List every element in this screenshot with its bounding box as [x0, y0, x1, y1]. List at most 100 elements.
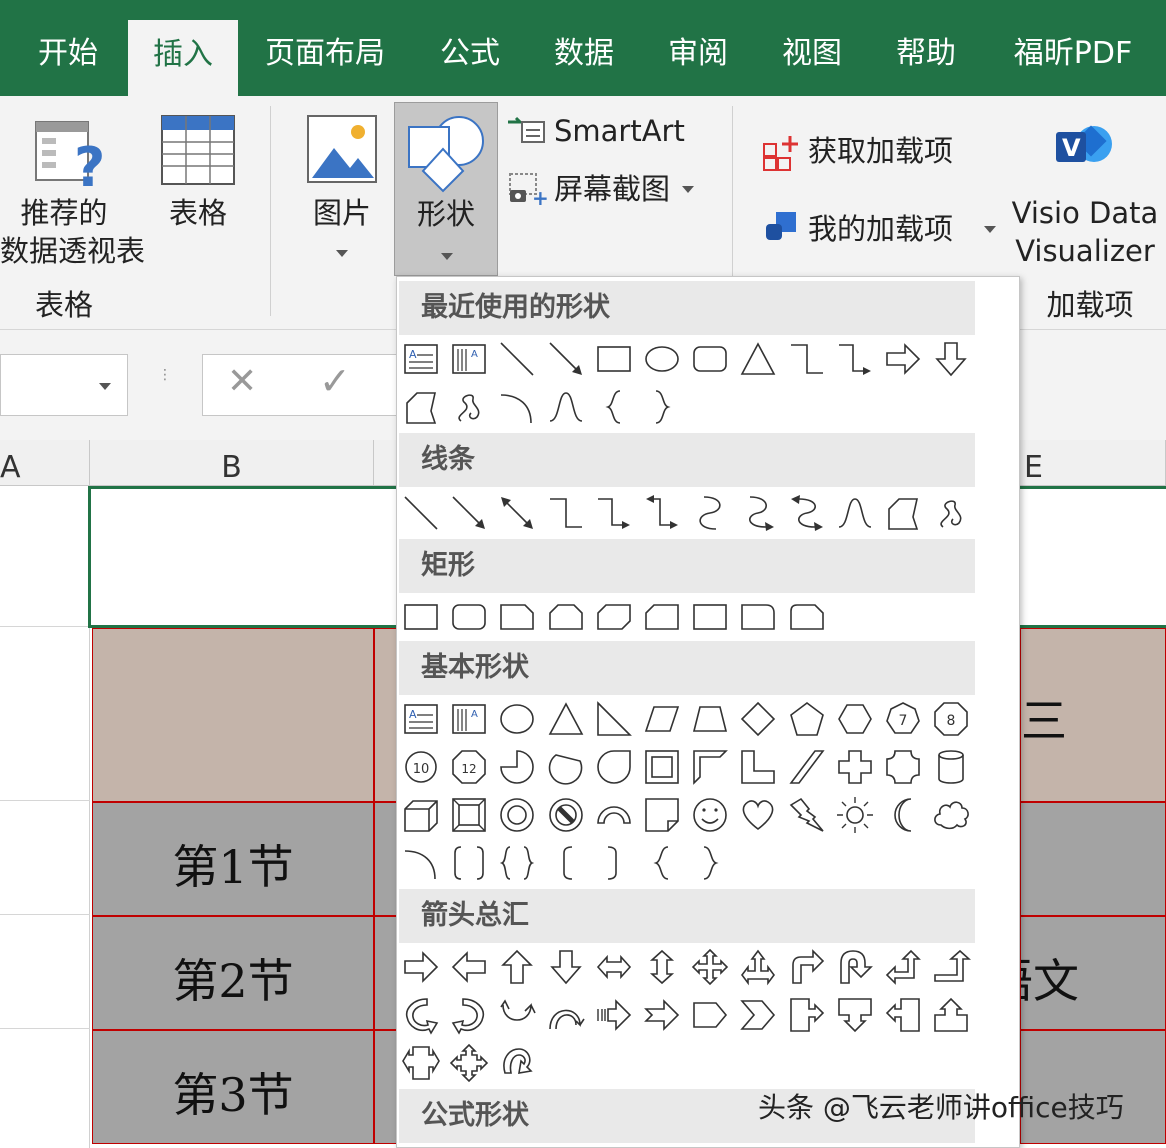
- fold-shape-icon[interactable]: [642, 795, 682, 835]
- picture-icon[interactable]: [306, 114, 378, 184]
- numhept-7-shape-icon[interactable]: 7: [883, 699, 923, 739]
- cube-shape-icon[interactable]: [401, 795, 441, 835]
- rect-shape-icon[interactable]: [594, 339, 634, 379]
- screenshot-label[interactable]: 屏幕截图: [554, 170, 670, 208]
- udown-shape-icon[interactable]: [497, 995, 537, 1035]
- pentagon-shape-icon[interactable]: [787, 699, 827, 739]
- notchedr-shape-icon[interactable]: [642, 995, 682, 1035]
- confirm-button[interactable]: ✓: [319, 359, 351, 403]
- shapes-button[interactable]: 形状: [394, 102, 498, 276]
- oval-shape-icon[interactable]: [497, 699, 537, 739]
- curve-shape-icon[interactable]: [835, 493, 875, 533]
- header-cell-b[interactable]: [92, 628, 374, 802]
- rarrow-shape-icon[interactable]: [883, 339, 923, 379]
- diamond-shape-icon[interactable]: [738, 699, 778, 739]
- curvedconn-shape-icon[interactable]: [690, 493, 730, 533]
- row1-cell-b[interactable]: 第1节: [92, 802, 374, 916]
- curveddarrow-shape-icon[interactable]: [787, 493, 827, 533]
- quadarrow-shape-icon[interactable]: [690, 947, 730, 987]
- cancel-button[interactable]: ✕: [227, 361, 257, 402]
- diag-shape-icon[interactable]: [787, 747, 827, 787]
- row3-cell-b[interactable]: 第3节: [92, 1030, 374, 1144]
- num-10-shape-icon[interactable]: 10: [401, 747, 441, 787]
- sun-shape-icon[interactable]: [835, 795, 875, 835]
- line-shape-icon[interactable]: [497, 339, 537, 379]
- sniprr-shape-icon[interactable]: [642, 597, 682, 637]
- can-shape-icon[interactable]: [931, 747, 971, 787]
- tab-view[interactable]: 视图: [764, 0, 860, 96]
- scribble-shape-icon[interactable]: [931, 493, 971, 533]
- plaque-shape-icon[interactable]: [883, 747, 923, 787]
- numoct-12-shape-icon[interactable]: 12: [449, 747, 489, 787]
- lbracket-shape-icon[interactable]: [546, 843, 586, 883]
- get-addins-label[interactable]: 获取加载项: [808, 132, 953, 170]
- curve-shape-icon[interactable]: [546, 387, 586, 427]
- teardrop-shape-icon[interactable]: [594, 747, 634, 787]
- vtext-shape-icon[interactable]: A: [449, 699, 489, 739]
- elbow-shape-icon[interactable]: [787, 339, 827, 379]
- uturn-shape-icon[interactable]: [835, 947, 875, 987]
- larrow-shape-icon[interactable]: [449, 947, 489, 987]
- quadcallout-shape-icon[interactable]: [449, 1043, 489, 1083]
- frame-shape-icon[interactable]: [642, 747, 682, 787]
- tab-formulas[interactable]: 公式: [422, 0, 518, 96]
- bevel-shape-icon[interactable]: [449, 795, 489, 835]
- dcallout-shape-icon[interactable]: [835, 995, 875, 1035]
- halfframe-shape-icon[interactable]: [690, 747, 730, 787]
- ccwarrow-shape-icon[interactable]: [401, 995, 441, 1035]
- snip2-shape-icon[interactable]: [546, 597, 586, 637]
- cwarrow-shape-icon[interactable]: [449, 995, 489, 1035]
- lightning-shape-icon[interactable]: [787, 795, 827, 835]
- snip1-shape-icon[interactable]: [497, 597, 537, 637]
- rbracket-shape-icon[interactable]: [594, 843, 634, 883]
- row1-cell-c[interactable]: [374, 802, 398, 916]
- trap-shape-icon[interactable]: [690, 699, 730, 739]
- pentarrow-shape-icon[interactable]: [690, 995, 730, 1035]
- elbow-shape-icon[interactable]: [546, 493, 586, 533]
- snip2d-shape-icon[interactable]: [594, 597, 634, 637]
- freeform-shape-icon[interactable]: [883, 493, 923, 533]
- column-header-a[interactable]: A: [0, 440, 90, 486]
- recommended-pivot-table-icon[interactable]: ?: [30, 118, 110, 199]
- rr1-shape-icon[interactable]: [738, 597, 778, 637]
- ellipse-shape-icon[interactable]: [642, 339, 682, 379]
- arrow-shape-icon[interactable]: [546, 339, 586, 379]
- column-header-b[interactable]: B: [90, 440, 374, 486]
- elbowarrow-shape-icon[interactable]: [835, 339, 875, 379]
- scribble-shape-icon[interactable]: [449, 387, 489, 427]
- column-header-e[interactable]: E: [1020, 440, 1166, 486]
- vtext-shape-icon[interactable]: A: [449, 339, 489, 379]
- tab-page-layout[interactable]: 页面布局: [252, 0, 398, 96]
- my-addins-label[interactable]: 我的加载项: [808, 210, 953, 248]
- tab-review[interactable]: 审阅: [650, 0, 746, 96]
- elbowarrow-shape-icon[interactable]: [594, 493, 634, 533]
- curvedup-shape-icon[interactable]: [546, 995, 586, 1035]
- bracepair-shape-icon[interactable]: [497, 843, 537, 883]
- lrcallout-shape-icon[interactable]: [401, 1043, 441, 1083]
- cross-shape-icon[interactable]: [835, 747, 875, 787]
- rrect-shape-icon[interactable]: [690, 339, 730, 379]
- tab-insert[interactable]: 插入: [128, 20, 238, 96]
- rect-shape-icon[interactable]: [401, 597, 441, 637]
- row2-cell-e[interactable]: 语文: [1020, 916, 1166, 1030]
- visio-icon[interactable]: V: [1054, 122, 1114, 178]
- header-cell-e[interactable]: 三: [1020, 628, 1166, 802]
- get-addins-icon[interactable]: [762, 134, 800, 172]
- darrow-shape-icon[interactable]: [497, 493, 537, 533]
- numoct-8-shape-icon[interactable]: 8: [931, 699, 971, 739]
- lbrace-shape-icon[interactable]: [642, 843, 682, 883]
- darrowdown-shape-icon[interactable]: [546, 947, 586, 987]
- triangle-shape-icon[interactable]: [738, 339, 778, 379]
- tab-foxit-pdf[interactable]: 福昕PDF: [998, 0, 1148, 96]
- row2-cell-c[interactable]: [374, 916, 398, 1030]
- splitter-handle-icon[interactable]: ⋮: [158, 368, 172, 400]
- arrow-shape-icon[interactable]: [449, 493, 489, 533]
- header-cell-c[interactable]: [374, 628, 398, 802]
- rect-shape-icon[interactable]: [690, 597, 730, 637]
- freeform-shape-icon[interactable]: [401, 387, 441, 427]
- arc-shape-icon[interactable]: [497, 387, 537, 427]
- stripedr-shape-icon[interactable]: [594, 995, 634, 1035]
- name-box-dropdown-icon[interactable]: [99, 383, 111, 390]
- table-icon[interactable]: [160, 114, 236, 186]
- smartart-label[interactable]: SmartArt: [554, 112, 685, 150]
